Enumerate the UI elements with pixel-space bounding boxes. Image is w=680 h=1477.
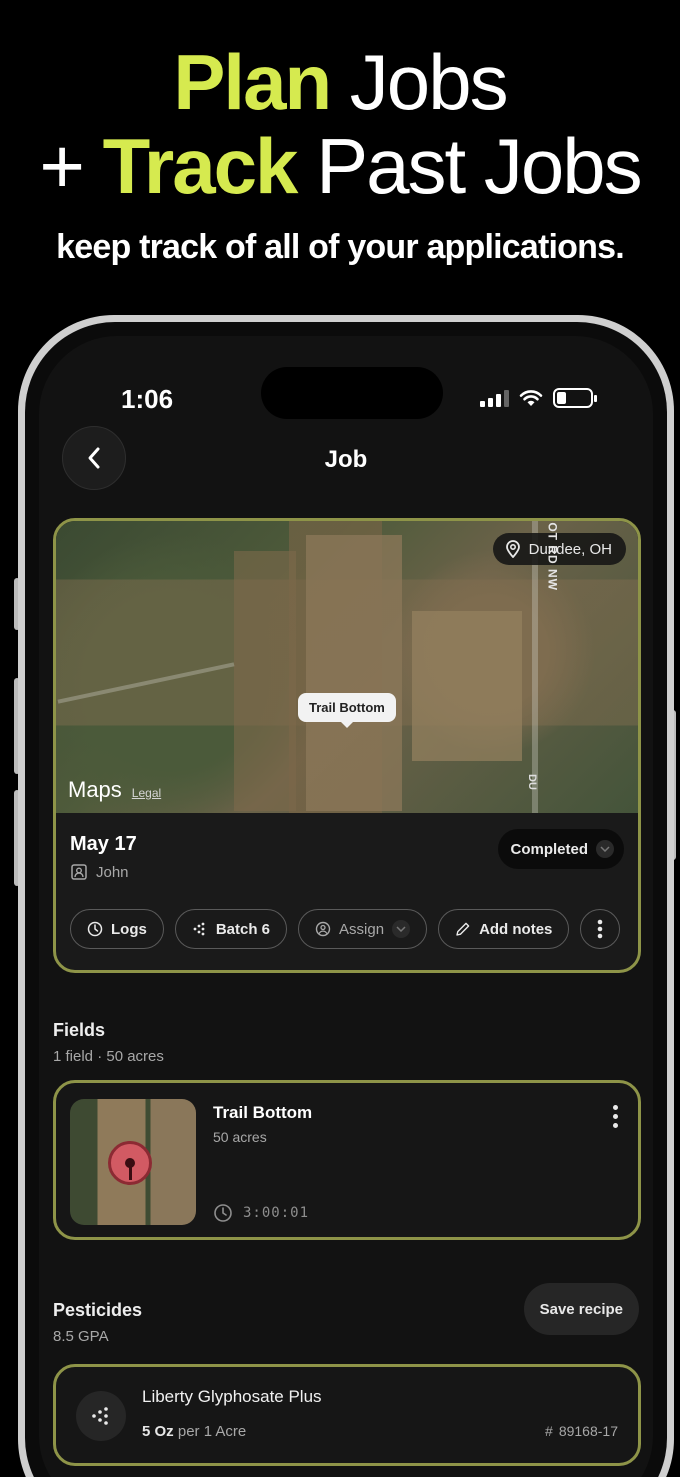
field-more-button[interactable] bbox=[613, 1105, 618, 1128]
app-screen: 1:06 Job Dundee, OH DEE WILMOT RD NW DU … bbox=[39, 336, 653, 1477]
job-assignee: John bbox=[70, 863, 129, 881]
hash-icon: # bbox=[545, 1423, 553, 1439]
fields-section-title: Fields bbox=[53, 1020, 106, 1040]
clock-icon bbox=[87, 921, 103, 937]
field-acres: 50 acres bbox=[213, 1129, 267, 1145]
user-circle-icon bbox=[315, 921, 331, 937]
add-notes-button[interactable]: Add notes bbox=[438, 909, 570, 949]
maps-legal-link[interactable]: Legal bbox=[132, 786, 161, 800]
pesticide-rate: 5 Oz per 1 Acre bbox=[142, 1423, 247, 1440]
job-date: May 17 bbox=[70, 833, 137, 855]
assignee-name: John bbox=[96, 863, 129, 881]
job-actions: Logs Batch 6 Assign Add notes bbox=[70, 909, 621, 949]
location-name: Dundee, OH bbox=[528, 540, 612, 558]
status-dropdown[interactable]: Completed bbox=[498, 829, 624, 869]
map-field-label[interactable]: Trail Bottom bbox=[298, 693, 396, 728]
dynamic-island bbox=[261, 367, 443, 419]
user-badge-icon bbox=[71, 864, 87, 880]
hero-title-line1: Plan Jobs bbox=[173, 38, 508, 126]
pesticide-dots-icon bbox=[76, 1391, 126, 1441]
chevron-down-icon bbox=[596, 840, 614, 858]
road-name-label: DU bbox=[526, 774, 539, 790]
wifi-icon bbox=[519, 390, 543, 406]
maps-attribution: Maps Legal bbox=[68, 777, 161, 803]
status-icons bbox=[480, 388, 597, 408]
more-vertical-icon bbox=[598, 919, 603, 939]
satellite-map[interactable]: Dundee, OH DEE WILMOT RD NW DU Trail Bot… bbox=[56, 521, 638, 813]
map-road bbox=[57, 662, 235, 704]
map-field-area bbox=[234, 551, 296, 811]
pesticide-epa-code: # 89168-17 bbox=[545, 1423, 618, 1439]
pesticide-card[interactable]: Liberty Glyphosate Plus 5 Oz per 1 Acre … bbox=[53, 1364, 641, 1466]
road-name-label: DEE WILMOT RD NW bbox=[546, 518, 560, 591]
batch-dots-icon bbox=[193, 922, 205, 936]
more-options-button[interactable] bbox=[580, 909, 621, 949]
pesticides-rate: 8.5 GPA bbox=[53, 1328, 109, 1345]
pesticide-name: Liberty Glyphosate Plus bbox=[142, 1387, 322, 1406]
map-field-area bbox=[306, 535, 402, 811]
hero-header: Plan Jobs + Track Past Jobs keep track o… bbox=[0, 40, 680, 267]
field-card[interactable]: Trail Bottom 50 acres 3:00:01 bbox=[53, 1080, 641, 1240]
logs-button[interactable]: Logs bbox=[70, 909, 164, 949]
phone-bezel: 1:06 Job Dundee, OH DEE WILMOT RD NW DU … bbox=[25, 322, 667, 1477]
field-name: Trail Bottom bbox=[213, 1103, 313, 1122]
status-time: 1:06 bbox=[121, 384, 174, 414]
chevron-down-icon bbox=[392, 920, 411, 938]
save-recipe-button[interactable]: Save recipe bbox=[523, 1283, 639, 1335]
hero-title-line2: + Track Past Jobs bbox=[39, 122, 642, 210]
field-thumbnail bbox=[70, 1099, 196, 1225]
batch-button[interactable]: Batch 6 bbox=[174, 909, 288, 949]
cellular-signal-icon bbox=[480, 389, 509, 407]
field-duration: 3:00:01 bbox=[213, 1203, 309, 1223]
page-title: Job bbox=[324, 446, 368, 473]
map-pin-icon bbox=[108, 1141, 152, 1185]
location-pin-icon bbox=[505, 540, 520, 558]
pencil-icon bbox=[456, 922, 470, 936]
hero-subtitle: keep track of all of your applications. bbox=[56, 228, 625, 266]
pesticides-section-title: Pesticides bbox=[53, 1300, 143, 1320]
assign-dropdown[interactable]: Assign bbox=[298, 909, 428, 949]
map-field-area bbox=[412, 611, 522, 761]
phone-frame: 1:06 Job Dundee, OH DEE WILMOT RD NW DU … bbox=[18, 315, 674, 1477]
battery-icon bbox=[553, 388, 597, 408]
clock-icon bbox=[214, 1204, 232, 1222]
apple-maps-logo: Maps bbox=[68, 777, 122, 802]
job-card: Dundee, OH DEE WILMOT RD NW DU Trail Bot… bbox=[53, 518, 641, 973]
fields-summary: 1 field · 50 acres bbox=[53, 1048, 164, 1065]
status-label: Completed bbox=[510, 840, 588, 858]
